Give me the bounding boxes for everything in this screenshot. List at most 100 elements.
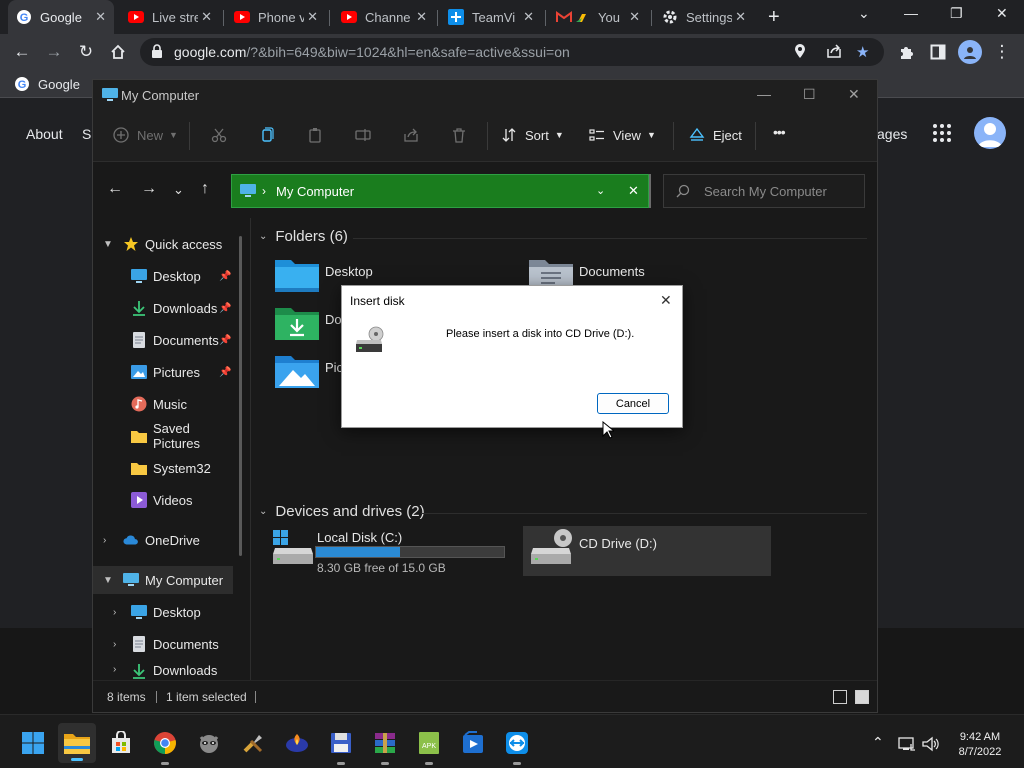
close-icon[interactable]: ✕ [523,9,534,25]
store-link-partial[interactable]: S [82,126,91,142]
share-icon[interactable] [826,43,842,63]
start-button[interactable] [20,730,46,756]
new-button[interactable]: New ▼ [113,127,178,143]
large-icons-view-icon[interactable] [855,690,869,704]
chevron-right-icon[interactable]: › [113,664,116,675]
drive-local-disk-c[interactable]: Local Disk (C:) 8.30 GB free of 15.0 GB [271,526,517,576]
paste-icon[interactable] [305,125,325,145]
taskbar-media-player[interactable] [460,730,486,756]
pin-icon[interactable]: 📌 [219,303,231,314]
taskbar-burner-app[interactable] [284,730,310,756]
close-icon[interactable]: ✕ [735,9,746,25]
chevron-down-icon[interactable]: ⌄ [596,184,605,197]
delete-icon[interactable] [449,125,469,145]
sidebar-item-desktop[interactable]: Desktop 📌 [93,262,233,290]
restore-icon[interactable]: ❐ [950,5,963,22]
sidebar-item-videos[interactable]: Videos [93,486,233,514]
close-icon[interactable]: ✕ [629,9,640,25]
bookmark-star-icon[interactable]: ★ [856,43,869,61]
drives-section-header[interactable]: ⌄ Devices and drives (2) [259,503,425,520]
taskbar-tools-app[interactable] [240,730,266,756]
back-icon[interactable]: ← [12,42,32,62]
more-options-button[interactable]: ••• [773,124,786,140]
search-input[interactable]: Search My Computer [663,174,865,208]
minimize-icon[interactable]: — [757,86,771,102]
location-icon[interactable] [794,43,806,63]
sidebar-scrollbar[interactable] [239,236,242,556]
rename-icon[interactable] [353,125,373,145]
taskbar-store[interactable] [108,730,134,756]
kebab-menu-icon[interactable]: ⋮ [992,42,1012,62]
cut-icon[interactable] [209,125,229,145]
sidebar-item-onedrive[interactable]: › OneDrive [93,526,233,554]
close-window-icon[interactable]: ✕ [996,5,1008,22]
omnibox[interactable]: google.com/?&bih=649&biw=1024&hl=en&safe… [140,38,884,66]
view-button[interactable]: View ▼ [589,127,656,143]
share-icon[interactable] [401,125,421,145]
sidebar-item-pictures[interactable]: Pictures 📌 [93,358,233,386]
cancel-button[interactable]: Cancel [597,393,669,414]
system-clock[interactable]: 9:42 AM 8/7/2022 [950,730,1010,760]
folders-section-header[interactable]: ⌄ Folders (6) [259,228,348,245]
tab-channel[interactable]: Channel ✕ [333,0,435,34]
drive-cd-d[interactable]: CD Drive (D:) [523,526,771,576]
sidebar-item-downloads[interactable]: Downloads 📌 [93,294,233,322]
forward-icon[interactable]: → [141,180,157,198]
sidebar-item-desktop-sub[interactable]: › Desktop [93,598,233,626]
tab-live-stream[interactable]: Live stre ✕ [120,0,220,34]
close-icon[interactable]: ✕ [416,9,427,25]
maximize-icon[interactable]: ☐ [803,86,816,103]
taskbar-winrar[interactable] [372,730,398,765]
chevron-down-icon[interactable]: ▼ [103,239,113,250]
profile-avatar[interactable] [958,40,982,64]
details-view-icon[interactable] [833,690,847,704]
home-icon[interactable] [108,42,128,62]
tab-teamviewer[interactable]: TeamVi ✕ [440,0,542,34]
account-avatar[interactable] [974,117,1006,149]
taskbar-chrome[interactable] [152,730,178,765]
chevron-down-icon[interactable]: ⌄ [259,231,267,242]
tab-search-icon[interactable]: ⌄ [858,5,870,22]
chevron-right-icon[interactable]: › [103,535,106,546]
recent-locations-icon[interactable]: ⌄ [173,182,184,198]
new-tab-button[interactable]: + [768,6,780,29]
close-icon[interactable]: ✕ [660,292,672,309]
forward-icon[interactable]: → [44,42,64,62]
close-icon[interactable]: ✕ [201,9,212,25]
copy-icon[interactable] [257,125,277,145]
chevron-down-icon[interactable]: ⌄ [259,506,267,517]
taskbar-file-explorer[interactable] [58,723,96,763]
apps-grid-icon[interactable] [932,123,952,143]
extensions-icon[interactable] [896,42,916,62]
eject-button[interactable]: Eject [689,127,742,143]
network-icon[interactable] [898,736,916,755]
volume-icon[interactable] [922,736,940,755]
address-bar[interactable]: › My Computer ⌄ ✕ [231,174,649,208]
pin-icon[interactable]: 📌 [219,271,231,282]
close-icon[interactable]: ✕ [848,86,860,103]
sidebar-item-documents[interactable]: Documents 📌 [93,326,233,354]
taskbar-apk-app[interactable]: APK [416,730,442,765]
sidebar-item-saved-pictures[interactable]: Saved Pictures [93,421,233,451]
tab-google[interactable]: G Google ✕ [8,0,114,34]
back-icon[interactable]: ← [107,180,123,198]
sidebar-item-music[interactable]: Music [93,390,233,418]
side-panel-icon[interactable] [928,42,948,62]
minimize-icon[interactable]: — [904,5,918,21]
taskbar-raccoon-app[interactable] [196,730,222,756]
sidebar-item-documents-sub[interactable]: › Documents [93,630,233,658]
close-icon[interactable]: ✕ [628,183,639,199]
tab-gmail-drive[interactable]: You ✕ [548,0,648,34]
sidebar-item-downloads-sub[interactable]: › Downloads [93,662,233,680]
pin-icon[interactable]: 📌 [219,367,231,378]
chevron-down-icon[interactable]: ▼ [103,575,113,586]
images-link-partial[interactable]: ages [877,126,907,142]
close-icon[interactable]: ✕ [95,9,106,25]
about-link[interactable]: About [26,126,63,142]
tab-settings[interactable]: Settings ✕ [654,0,754,34]
tab-phone[interactable]: Phone v ✕ [226,0,326,34]
pin-icon[interactable]: 📌 [219,335,231,346]
up-icon[interactable]: ↑ [201,180,209,198]
sidebar-item-quick-access[interactable]: ▼ Quick access [93,230,233,258]
taskbar-teamviewer[interactable] [504,730,530,765]
